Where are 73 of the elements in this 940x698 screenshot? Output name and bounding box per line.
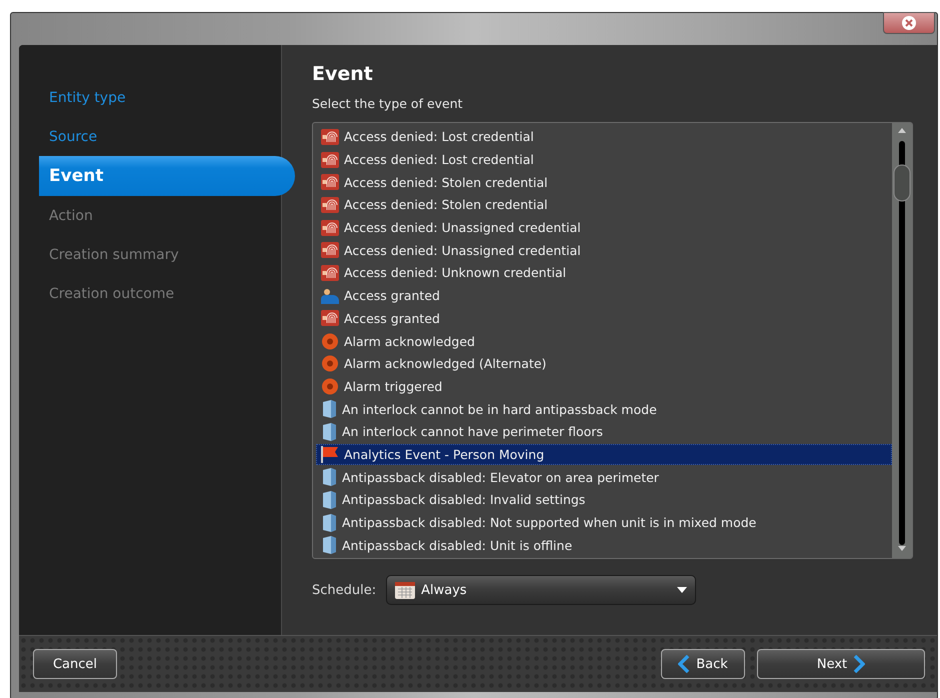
event-label: Alarm acknowledged: [344, 334, 475, 349]
event-label: Analytics Event - Person Moving: [344, 446, 544, 462]
next-button[interactable]: Next: [757, 649, 925, 679]
event-item[interactable]: Access granted: [316, 308, 892, 330]
event-item[interactable]: An interlock cannot have perimeter floors: [316, 420, 892, 443]
event-item[interactable]: Antipassback disabled: Elevator on area perimeter: [316, 466, 892, 488]
event-label: Access granted: [344, 288, 440, 304]
chevron-left-icon: [678, 655, 690, 673]
event-item[interactable]: Antipassback disabled: Unit is offline: [316, 534, 892, 556]
event-item[interactable]: Access denied: Lost credential: [316, 148, 892, 170]
wizard-step[interactable]: Creation outcome: [49, 274, 281, 313]
event-label: Access denied: Stolen credential: [344, 197, 548, 212]
cancel-button[interactable]: Cancel: [33, 649, 117, 679]
event-item[interactable]: Access denied: Stolen credential: [316, 171, 892, 194]
fingerprint-icon: [321, 310, 339, 326]
cabinet-icon: [321, 490, 337, 509]
cabinet-icon: [321, 536, 337, 554]
event-item[interactable]: Access granted: [316, 284, 892, 306]
event-label: Antipassback disabled: Invalid settings: [342, 492, 586, 508]
prompt-text: Select the type of event: [312, 96, 464, 111]
schedule-dropdown[interactable]: Always: [386, 575, 696, 605]
event-label: Access denied: Unassigned credential: [344, 220, 581, 236]
fingerprint-icon: [321, 220, 339, 236]
event-item[interactable]: Access denied: Unassigned credential: [316, 239, 892, 262]
event-item[interactable]: Access denied: Unassigned credential: [316, 216, 892, 238]
cabinet-icon: [321, 514, 337, 532]
wizard-step[interactable]: Entity type: [49, 78, 281, 117]
event-item[interactable]: Alarm acknowledged: [316, 330, 892, 352]
wizard-step[interactable]: Action: [49, 196, 281, 235]
cabinet-icon: [321, 422, 337, 441]
wizard-step[interactable]: Source: [49, 117, 281, 156]
fingerprint-icon: [321, 264, 339, 281]
event-item[interactable]: Analytics Event - Person Moving: [316, 444, 892, 466]
event-label: An interlock cannot have perimeter floors: [342, 424, 603, 440]
event-label: Access denied: Unassigned credential: [344, 242, 581, 258]
fingerprint-icon: [321, 152, 339, 168]
event-label: Access denied: Lost credential: [344, 152, 534, 168]
event-label: Access granted: [344, 310, 440, 326]
fingerprint-icon: [321, 242, 339, 258]
page-title: Event: [312, 63, 374, 87]
event-label: Access denied: Unknown credential: [344, 265, 566, 280]
event-item[interactable]: Antipassback disabled: Invalid settings: [316, 489, 892, 511]
event-item[interactable]: Access denied: Unknown credential: [316, 262, 892, 284]
event-label: Access denied: Stolen credential: [344, 174, 548, 190]
event-label: Antipassback disabled: Not supported when unit is in mixed mode: [342, 515, 756, 530]
flag-icon: [321, 446, 339, 463]
event-item[interactable]: Alarm triggered: [316, 376, 892, 398]
wizard-step[interactable]: Creation summary: [49, 235, 281, 274]
fingerprint-icon: [321, 174, 339, 190]
event-label: Antipassback disabled: Unit is offline: [342, 538, 572, 553]
person-icon: [321, 288, 339, 304]
cabinet-icon: [321, 400, 337, 418]
event-item[interactable]: Antipassback disabled: Not supported when unit is in mixed mode: [316, 512, 892, 534]
event-label: Antipassback disabled: Elevator on area perimeter: [342, 470, 659, 485]
event-item[interactable]: Alarm acknowledged (Alternate): [316, 352, 892, 375]
wizard-step[interactable]: Event: [39, 156, 295, 196]
event-item[interactable]: Access denied: Lost credential: [316, 126, 892, 148]
cabinet-icon: [321, 468, 337, 486]
event-label: Alarm triggered: [344, 378, 442, 394]
back-button[interactable]: Back: [661, 649, 745, 679]
event-label: Access denied: Lost credential: [344, 129, 534, 144]
chevron-right-icon: [853, 655, 866, 673]
fingerprint-icon: [321, 196, 339, 213]
event-label: Alarm acknowledged (Alternate): [344, 356, 546, 372]
calendar-icon: [395, 582, 416, 598]
close-icon: [901, 15, 917, 31]
event-label: An interlock cannot be in hard antipassback mode: [342, 402, 657, 417]
fingerprint-icon: [321, 128, 339, 145]
event-item[interactable]: An interlock cannot be in hard antipassback mode: [316, 398, 892, 420]
event-item[interactable]: Access denied: Stolen credential: [316, 194, 892, 216]
caret-icon: [677, 587, 688, 593]
close-button[interactable]: [883, 12, 935, 34]
schedule-label: Schedule:: [312, 582, 376, 598]
